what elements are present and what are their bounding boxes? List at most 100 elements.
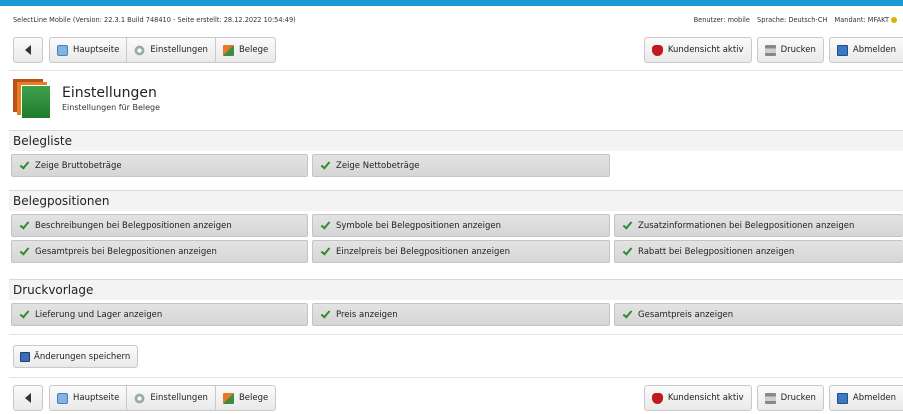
back-button[interactable]: [13, 37, 43, 63]
option-label: Symbole bei Belegpositionen anzeigen: [336, 220, 501, 231]
print-label: Drucken: [780, 45, 816, 55]
action-group: Kundensicht aktiv Drucken Abmelden: [643, 385, 903, 411]
option-show-delivery-stock[interactable]: Lieferung und Lager anzeigen: [11, 303, 308, 326]
checkmark-icon: [622, 218, 633, 230]
back-button[interactable]: [13, 385, 43, 411]
gear-icon: [134, 392, 146, 404]
divider: [9, 377, 903, 378]
home-icon: [57, 44, 68, 56]
option-show-print-total-price[interactable]: Gesamtpreis anzeigen: [614, 303, 903, 326]
logout-label: Abmelden: [852, 45, 896, 55]
option-show-price[interactable]: Preis anzeigen: [312, 303, 610, 326]
page-subtitle: Einstellungen für Belege: [62, 103, 161, 112]
section-title: Belegliste: [9, 130, 903, 151]
documents-icon: [222, 44, 234, 56]
documents-label: Belege: [238, 45, 269, 55]
option-label: Preis anzeigen: [336, 309, 398, 320]
checkmark-icon: [320, 307, 331, 319]
language-info: Sprache: Deutsch-CH: [757, 16, 828, 24]
option-show-symbols[interactable]: Symbole bei Belegpositionen anzeigen: [312, 214, 610, 237]
floppy-disk-icon: [20, 351, 30, 362]
home-button[interactable]: Hauptseite: [49, 37, 128, 63]
option-label: Lieferung und Lager anzeigen: [35, 309, 163, 320]
logout-icon: [836, 392, 848, 404]
top-navbar: Hauptseite Einstellungen Belege Kundensi…: [13, 37, 903, 63]
settings-label: Einstellungen: [150, 393, 208, 403]
mask-icon: [651, 44, 663, 56]
printer-icon: [764, 44, 776, 56]
section-belegliste: Belegliste Zeige Bruttobeträge Zeige Net…: [9, 130, 903, 180]
home-icon: [57, 392, 68, 404]
save-changes-button[interactable]: Änderungen speichern: [13, 345, 139, 368]
home-label: Hauptseite: [73, 393, 120, 403]
option-show-additional-info[interactable]: Zusatzinformationen bei Belegpositionen …: [614, 214, 903, 237]
bottom-navbar: Hauptseite Einstellungen Belege Kundensi…: [13, 385, 903, 411]
gear-icon: [134, 44, 146, 56]
home-label: Hauptseite: [73, 45, 120, 55]
logout-label: Abmelden: [852, 393, 896, 403]
section-title: Belegpositionen: [9, 190, 903, 211]
checkmark-icon: [19, 244, 30, 256]
back-arrow-icon: [25, 393, 31, 403]
printer-icon: [764, 392, 776, 404]
option-show-descriptions[interactable]: Beschreibungen bei Belegpositionen anzei…: [11, 214, 308, 237]
divider: [9, 70, 903, 71]
option-label: Rabatt bei Belegpositionen anzeigen: [638, 246, 795, 257]
customer-view-button[interactable]: Kundensicht aktiv: [643, 37, 752, 63]
option-show-discount[interactable]: Rabatt bei Belegpositionen anzeigen: [614, 240, 903, 263]
option-show-total-price[interactable]: Gesamtpreis bei Belegpositionen anzeigen: [11, 240, 308, 263]
checkmark-icon: [19, 158, 30, 170]
print-button[interactable]: Drucken: [756, 385, 824, 411]
documents-icon: [222, 392, 234, 404]
option-row: Lieferung und Lager anzeigen Preis anzei…: [9, 303, 903, 329]
option-label: Zusatzinformationen bei Belegpositionen …: [638, 220, 855, 231]
option-show-gross[interactable]: Zeige Bruttobeträge: [11, 154, 308, 177]
option-show-net[interactable]: Zeige Nettobeträge: [312, 154, 610, 177]
documents-button[interactable]: Belege: [214, 37, 277, 63]
action-group: Kundensicht aktiv Drucken Abmelden: [643, 37, 903, 63]
print-button[interactable]: Drucken: [756, 37, 824, 63]
option-label: Zeige Bruttobeträge: [35, 160, 122, 171]
nav-group: Hauptseite Einstellungen Belege: [49, 37, 277, 63]
settings-button[interactable]: Einstellungen: [126, 37, 216, 63]
page-title: Einstellungen: [62, 85, 157, 101]
client-info: Mandant: MFAKT: [834, 16, 889, 24]
logout-icon: [836, 44, 848, 56]
option-label: Gesamtpreis anzeigen: [638, 309, 734, 320]
save-label: Änderungen speichern: [34, 351, 131, 362]
checkmark-icon: [622, 244, 633, 256]
page-header: Einstellungen Einstellungen für Belege: [13, 79, 903, 123]
customer-view-label: Kundensicht aktiv: [667, 393, 744, 403]
section-title: Druckvorlage: [9, 279, 903, 300]
divider: [9, 334, 903, 335]
version-info: SelectLine Mobile (Version: 22.3.1 Build…: [13, 16, 296, 24]
option-show-unit-price[interactable]: Einzelpreis bei Belegpositionen anzeigen: [312, 240, 610, 263]
documents-button[interactable]: Belege: [214, 385, 277, 411]
checkmark-icon: [19, 218, 30, 230]
option-row: Gesamtpreis bei Belegpositionen anzeigen…: [9, 240, 903, 266]
customer-view-button[interactable]: Kundensicht aktiv: [643, 385, 752, 411]
logout-button[interactable]: Abmelden: [828, 385, 903, 411]
user-info: Benutzer: mobile: [693, 16, 750, 24]
section-druckvorlage: Druckvorlage Lieferung und Lager anzeige…: [9, 279, 903, 329]
home-button[interactable]: Hauptseite: [49, 385, 128, 411]
settings-button[interactable]: Einstellungen: [126, 385, 216, 411]
option-label: Zeige Nettobeträge: [336, 160, 420, 171]
logout-button[interactable]: Abmelden: [828, 37, 903, 63]
checkmark-icon: [320, 158, 331, 170]
option-row: Zeige Bruttobeträge Zeige Nettobeträge: [9, 154, 903, 180]
option-label: Einzelpreis bei Belegpositionen anzeigen: [336, 246, 510, 257]
checkmark-icon: [320, 244, 331, 256]
documents-label: Belege: [238, 393, 269, 403]
section-belegpositionen: Belegpositionen Beschreibungen bei Beleg…: [9, 190, 903, 266]
option-row: Beschreibungen bei Belegpositionen anzei…: [9, 214, 903, 240]
checkmark-icon: [19, 307, 30, 319]
option-label: Beschreibungen bei Belegpositionen anzei…: [35, 220, 232, 231]
status-dot-icon: [891, 17, 897, 23]
print-label: Drucken: [780, 393, 816, 403]
checkmark-icon: [320, 218, 331, 230]
settings-label: Einstellungen: [150, 45, 208, 55]
session-info: Benutzer: mobile Sprache: Deutsch-CH Man…: [689, 16, 897, 24]
info-bar: SelectLine Mobile (Version: 22.3.1 Build…: [0, 6, 903, 34]
nav-group: Hauptseite Einstellungen Belege: [49, 385, 277, 411]
